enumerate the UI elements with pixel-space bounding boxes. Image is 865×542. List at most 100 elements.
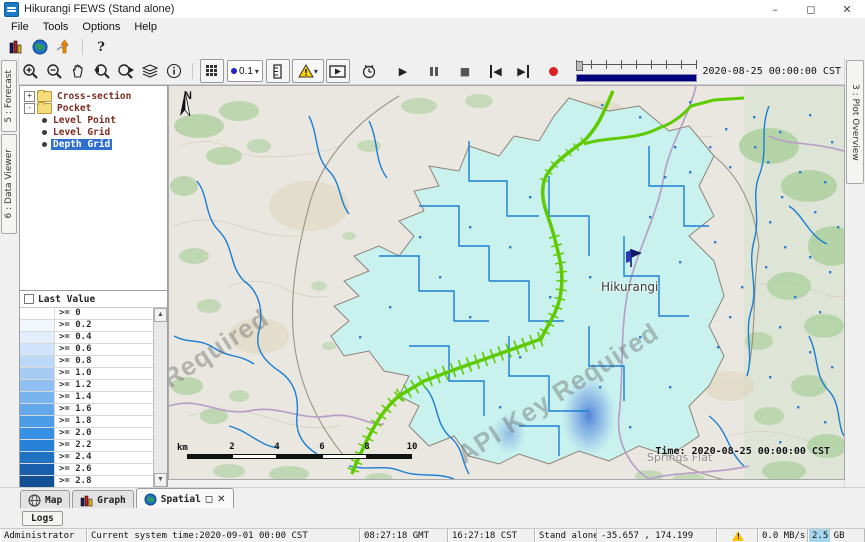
legend-class-label: >= 2.8 (55, 476, 153, 487)
compass: N (177, 90, 199, 102)
tree-node-cross-section[interactable]: +Cross-section (20, 90, 167, 102)
tab-plot-overview[interactable]: 3 : Plot Overview (846, 60, 864, 184)
thresholds-dropdown[interactable]: ▾ (292, 59, 324, 83)
tree-node-label: Level Grid (51, 127, 112, 138)
status-cell-1: Current system time:2020-09-01 00:00 CST (87, 529, 360, 542)
map-display-button[interactable] (28, 37, 52, 57)
legend-color-swatch (20, 392, 55, 403)
pause-button[interactable] (423, 60, 445, 82)
data-availability-bar (576, 74, 697, 82)
legend-row[interactable]: >= 2.6 (20, 464, 153, 476)
legend-row[interactable]: >= 1.8 (20, 416, 153, 428)
legend-row[interactable]: >= 0.8 (20, 356, 153, 368)
time-slider-handle[interactable] (576, 61, 583, 71)
legend-row[interactable]: >= 2.0 (20, 428, 153, 440)
tree-node-level-point[interactable]: Level Point (20, 114, 167, 126)
left-tab-strip: 5 : Forecast 6 : Data Viewer (0, 58, 19, 487)
tree-node-label: Pocket (55, 103, 93, 114)
menu-item-file[interactable]: File (4, 19, 36, 35)
zoom-in-button[interactable] (19, 60, 41, 82)
legend-row[interactable]: >= 2.2 (20, 440, 153, 452)
classbreaks-dropdown[interactable]: 0.1 ▾ (227, 60, 263, 82)
chevron-down-icon: ▾ (314, 67, 318, 76)
stop-button[interactable]: ■ (454, 60, 476, 82)
tree-node-pocket[interactable]: - Pocket (20, 102, 167, 114)
record-button[interactable] (543, 60, 565, 82)
tree-node-depth-grid[interactable]: Depth Grid (20, 138, 167, 150)
tab-label: Graph (97, 495, 126, 506)
scroll-up-icon[interactable]: ▲ (154, 308, 167, 322)
pan-button[interactable] (67, 60, 89, 82)
legend-row[interactable]: >= 1.6 (20, 404, 153, 416)
filter-tree: +Cross-section- PocketLevel PointLevel Gr… (19, 85, 168, 294)
skip-end-icon: ▶ (517, 65, 528, 78)
tab-data-viewer[interactable]: 6 : Data Viewer (1, 134, 17, 234)
legend-row[interactable]: >= 0 (20, 308, 153, 320)
logs-button[interactable]: Logs (22, 511, 63, 526)
tree-node-level-grid[interactable]: Level Grid (20, 126, 167, 138)
legend-row[interactable]: >= 1.2 (20, 380, 153, 392)
legend-row[interactable]: >= 0.4 (20, 332, 153, 344)
zoom-next-button[interactable] (115, 60, 137, 82)
play-button[interactable]: ▶ (392, 60, 414, 82)
zoom-previous-button[interactable] (91, 60, 113, 82)
bar-chart-icon (80, 494, 93, 507)
globe-icon (32, 39, 48, 55)
status-cell-2: 08:27:18 GMT (360, 529, 448, 542)
help-button[interactable]: ? (89, 37, 113, 57)
tab-forecast[interactable]: 5 : Forecast (1, 60, 17, 132)
tab-graph[interactable]: Graph (72, 490, 134, 509)
menu-item-tools[interactable]: Tools (36, 19, 76, 35)
legend-row[interactable]: >= 0.2 (20, 320, 153, 332)
zoom-out-icon (46, 63, 63, 80)
minimize-button[interactable]: – (757, 1, 793, 18)
zoom-out-button[interactable] (43, 60, 65, 82)
scalebar-toggle-button[interactable] (266, 59, 290, 83)
title-bar: Hikurangi FEWS (Stand alone) – ◻ ✕ (0, 0, 865, 19)
legend-row[interactable]: >= 1.0 (20, 368, 153, 380)
database-display-button[interactable] (4, 37, 28, 57)
legend-color-swatch (20, 356, 55, 367)
tab-close-icon[interactable]: ✕ (217, 494, 225, 505)
layers-button[interactable] (139, 60, 161, 82)
legend-color-swatch (20, 464, 55, 475)
legend-class-label: >= 1.0 (55, 368, 153, 379)
grid-display-button[interactable] (200, 59, 224, 83)
animation-settings-button[interactable] (359, 60, 381, 82)
layers-icon (142, 64, 159, 79)
tree-expander-icon[interactable]: - (24, 103, 35, 114)
legend-row[interactable]: >= 2.8 (20, 476, 153, 487)
timeseries-display-button[interactable] (52, 37, 76, 57)
folder-icon (37, 91, 52, 102)
menu-item-options[interactable]: Options (75, 19, 127, 35)
map-canvas[interactable]: N API Key Required API Key Required Hiku… (168, 85, 845, 480)
legend-class-label: >= 2.0 (55, 428, 153, 439)
legend-class-label: >= 0.6 (55, 344, 153, 355)
time-slider[interactable] (576, 59, 697, 83)
status-bar: AdministratorCurrent system time:2020-09… (0, 528, 865, 542)
scale-segment (277, 454, 322, 459)
tab-maximize-icon[interactable]: ◻ (205, 494, 213, 505)
legend-scrollbar[interactable]: ▲ ▼ (153, 308, 167, 487)
scroll-down-icon[interactable]: ▼ (154, 473, 167, 487)
scale-segment (367, 454, 412, 459)
last-value-checkbox[interactable] (24, 294, 34, 304)
close-button[interactable]: ✕ (829, 1, 865, 18)
scale-unit-label: km (177, 443, 188, 453)
tab-spatial[interactable]: Spatial◻✕ (136, 488, 234, 509)
bullet-icon (42, 118, 47, 123)
legend-row[interactable]: >= 1.4 (20, 392, 153, 404)
pause-icon (430, 67, 438, 76)
legend-row[interactable]: >= 2.4 (20, 452, 153, 464)
info-button[interactable] (163, 60, 185, 82)
longitudinal-profile-button[interactable] (326, 59, 350, 83)
skip-to-end-button[interactable]: ▶ (512, 60, 534, 82)
tree-expander-icon[interactable]: + (24, 91, 35, 102)
tab-map[interactable]: Map (20, 490, 70, 509)
status-text: 16:27:18 CST (452, 531, 517, 541)
menu-item-help[interactable]: Help (127, 19, 164, 35)
skip-to-start-button[interactable]: ◀ (485, 60, 507, 82)
legend-row[interactable]: >= 0.6 (20, 344, 153, 356)
maximize-button[interactable]: ◻ (793, 1, 829, 18)
ruler-icon (272, 64, 284, 79)
